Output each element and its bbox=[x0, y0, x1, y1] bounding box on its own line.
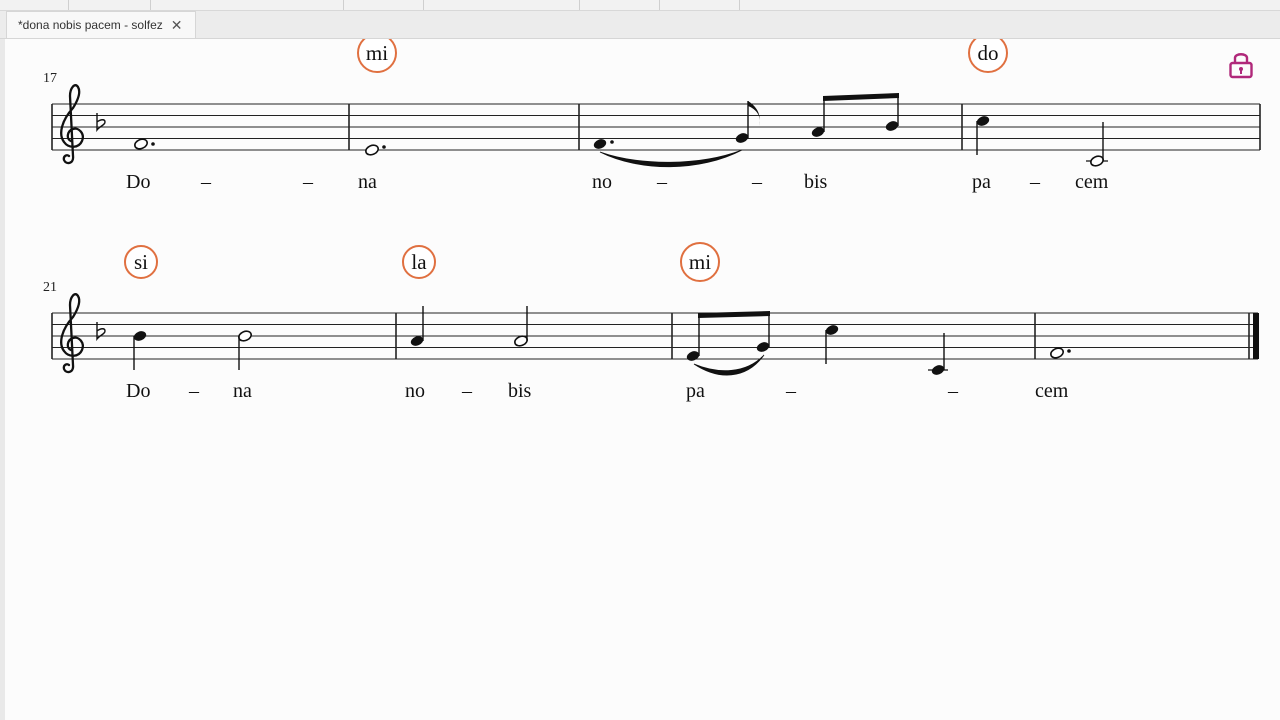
document-tab[interactable]: *dona nobis pacem - solfez ✕ bbox=[6, 11, 196, 38]
lyric-hyphen: – bbox=[947, 380, 959, 402]
measure-number: 21 bbox=[43, 280, 57, 295]
toolbar-separator bbox=[423, 0, 424, 10]
solfege-marker[interactable]: do bbox=[968, 39, 1008, 73]
toolbar-separator bbox=[579, 0, 580, 10]
lyric-hyphen: – bbox=[751, 171, 763, 193]
solfege-marker[interactable]: si bbox=[124, 245, 158, 279]
lyric-syllable: na bbox=[358, 171, 377, 193]
toolbar-separator bbox=[739, 0, 740, 10]
toolbar-separator bbox=[343, 0, 344, 10]
toolbar-separator bbox=[150, 0, 151, 10]
lyric-syllable: pa bbox=[972, 171, 991, 193]
close-icon[interactable]: ✕ bbox=[171, 18, 183, 32]
lock-icon[interactable] bbox=[1228, 50, 1254, 80]
staff-system-2 bbox=[51, 293, 1259, 377]
lyric-syllable: Do bbox=[126, 171, 150, 193]
toolbar-separator bbox=[659, 0, 660, 10]
lyric-hyphen: – bbox=[1029, 171, 1041, 193]
document-tab-bar: *dona nobis pacem - solfez ✕ bbox=[0, 11, 1280, 39]
lyric-syllable: cem bbox=[1035, 380, 1069, 402]
final-barline bbox=[1253, 313, 1259, 359]
staff-system-1 bbox=[51, 84, 1261, 169]
lyric-syllable: cem bbox=[1075, 171, 1109, 193]
solfege-label: la bbox=[411, 250, 427, 274]
lyric-hyphen: – bbox=[461, 380, 473, 402]
treble-clef bbox=[60, 84, 84, 165]
measure-number: 17 bbox=[43, 71, 57, 86]
lyric-hyphen: – bbox=[302, 171, 314, 193]
lyric-syllable: no bbox=[405, 380, 425, 402]
score-notation: 17 Do – – na no – – bis pa – cem mi do 2… bbox=[43, 39, 1261, 402]
lyric-syllable: bis bbox=[804, 171, 828, 193]
document-tab-label: *dona nobis pacem - solfez bbox=[18, 18, 163, 32]
lyric-hyphen: – bbox=[785, 380, 797, 402]
solfege-marker[interactable]: mi bbox=[680, 242, 720, 282]
solfege-label: si bbox=[134, 250, 148, 274]
lyric-syllable: bis bbox=[508, 380, 532, 402]
solfege-label: mi bbox=[366, 41, 388, 65]
lyric-hyphen: – bbox=[200, 171, 212, 193]
treble-clef bbox=[60, 293, 84, 374]
toolbar-separator bbox=[68, 0, 69, 10]
lyric-syllable: na bbox=[233, 380, 252, 402]
lyric-hyphen: – bbox=[656, 171, 668, 193]
toolbar-strip bbox=[0, 0, 1280, 11]
score-canvas[interactable]: 17 Do – – na no – – bis pa – cem mi do 2… bbox=[0, 39, 1280, 720]
solfege-marker[interactable]: mi bbox=[357, 39, 397, 73]
lyric-hyphen: – bbox=[188, 380, 200, 402]
lyric-syllable: pa bbox=[686, 380, 705, 402]
solfege-label: do bbox=[978, 41, 999, 65]
solfege-label: mi bbox=[689, 250, 711, 274]
lyric-syllable: no bbox=[592, 171, 612, 193]
lyric-syllable: Do bbox=[126, 380, 150, 402]
solfege-marker[interactable]: la bbox=[402, 245, 436, 279]
